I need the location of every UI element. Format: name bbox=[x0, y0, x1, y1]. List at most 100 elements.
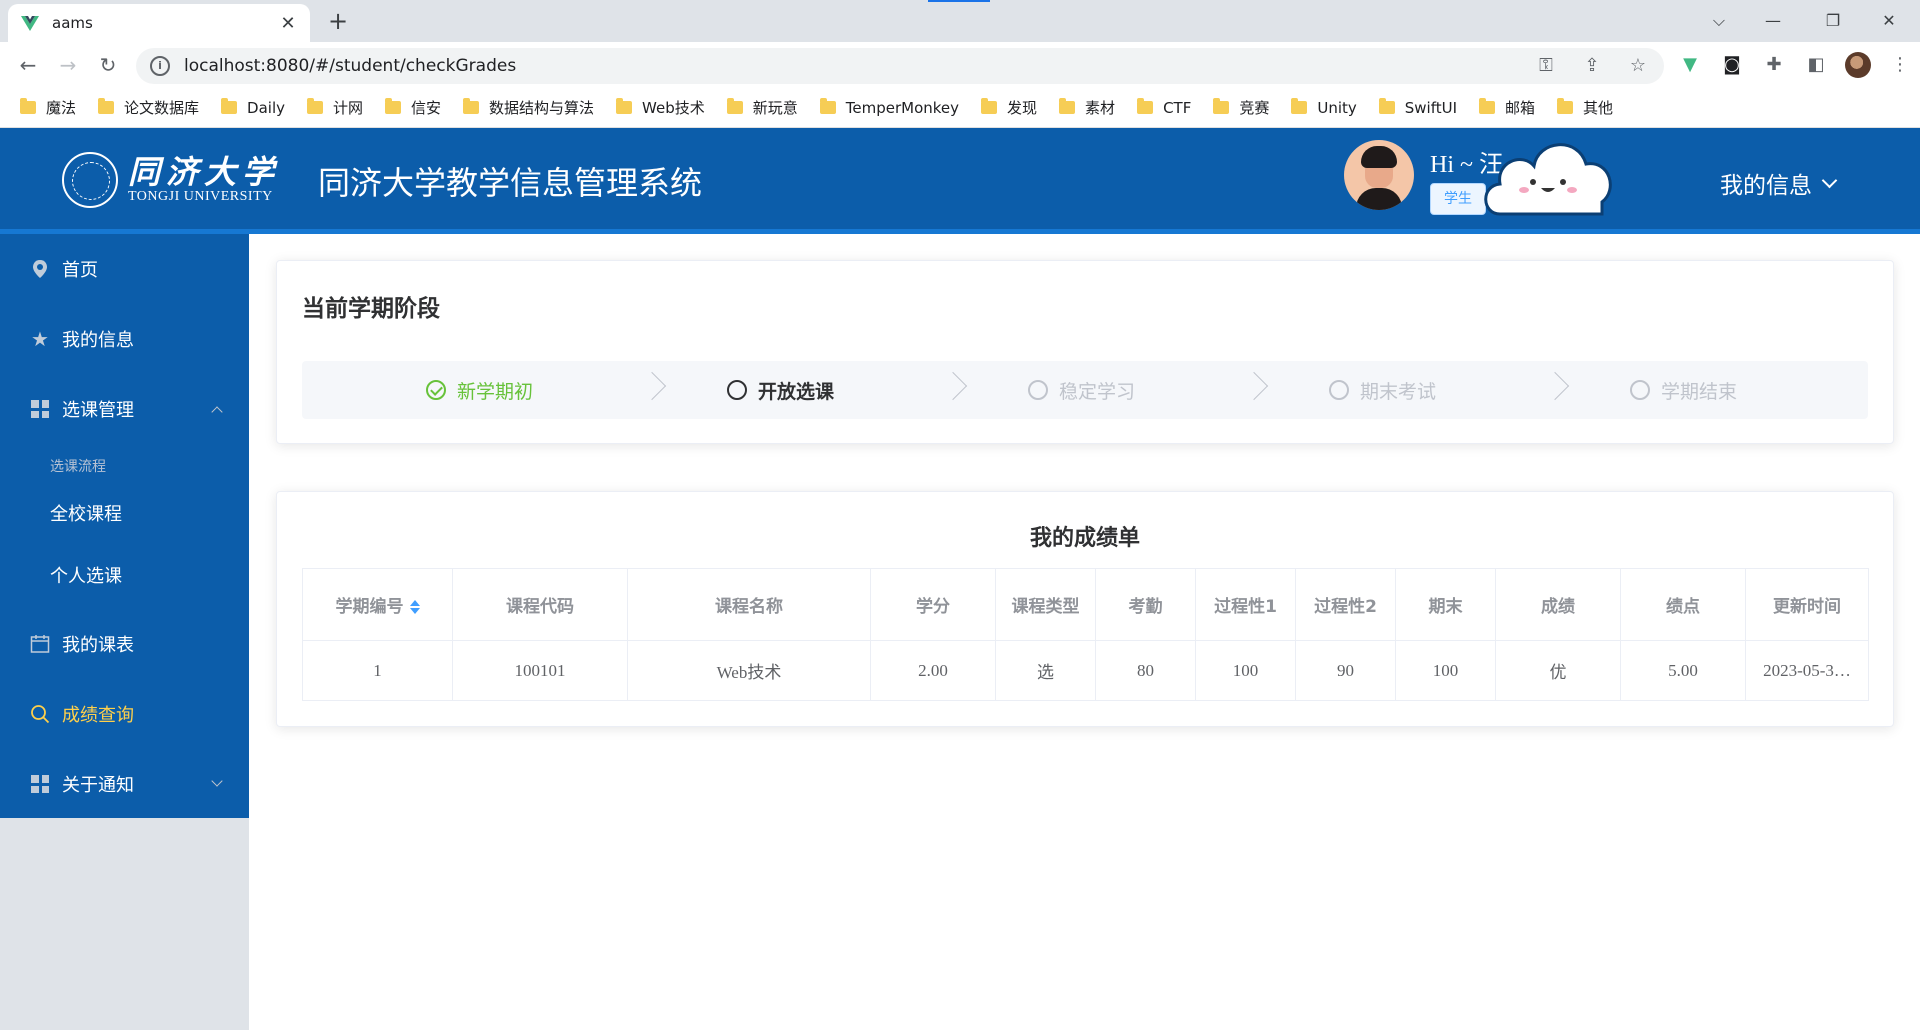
folder-icon bbox=[385, 98, 402, 114]
extensions-puzzle-icon[interactable]: ✚ bbox=[1760, 51, 1788, 79]
bookmark-item[interactable]: 计网 bbox=[307, 97, 363, 118]
bookmark-label: 新玩意 bbox=[752, 99, 798, 117]
table-cell: 1 bbox=[302, 640, 453, 701]
step-item: 稳定学习 bbox=[1028, 361, 1135, 419]
tab-close-icon[interactable]: ✕ bbox=[278, 13, 298, 34]
bookmark-item[interactable]: Web技术 bbox=[616, 97, 705, 118]
bookmark-label: CTF bbox=[1163, 98, 1192, 117]
restore-icon[interactable]: ❐ bbox=[1810, 6, 1856, 36]
folder-icon bbox=[1557, 98, 1574, 114]
address-bar[interactable]: i localhost:8080/#/student/checkGrades ⚿… bbox=[136, 48, 1664, 84]
table-header-row: 学期编号 课程代码 课程名称 学分 课程类型 考勤 过程性1 过程性2 期末 成绩 绩点 更新时间 bbox=[302, 568, 1869, 641]
sidebar-item-notices[interactable]: 关于通知 bbox=[0, 749, 249, 819]
calendar-icon bbox=[30, 634, 50, 654]
column-header[interactable]: 学期编号 bbox=[302, 568, 453, 641]
circle-icon bbox=[727, 380, 747, 400]
my-info-dropdown[interactable]: 我的信息 bbox=[1720, 166, 1838, 200]
browser-tab[interactable]: aams ✕ bbox=[8, 4, 310, 42]
bookmark-item[interactable]: SwiftUI bbox=[1378, 98, 1457, 117]
key-icon[interactable]: ⚿ bbox=[1534, 54, 1558, 78]
sidebar-item-personal-selection[interactable]: 个人选课 bbox=[0, 545, 249, 605]
column-header: 成绩 bbox=[1495, 568, 1621, 641]
grades-card: 我的成绩单 学期编号 课程代码 课程名称 学分 课程类型 考勤 过程性1 过程性2 期末 成绩 绩点… bbox=[276, 491, 1894, 727]
column-header: 过程性2 bbox=[1295, 568, 1396, 641]
sidebar-item-grade-query[interactable]: 成绩查询 bbox=[0, 679, 249, 749]
browser-menu-icon[interactable]: ⋮ bbox=[1886, 51, 1914, 79]
bookmark-item[interactable]: 其他 bbox=[1557, 97, 1613, 118]
step-item: 开放选课 bbox=[727, 361, 834, 419]
share-icon[interactable]: ⇪ bbox=[1580, 54, 1604, 78]
table-cell: 100 bbox=[1195, 640, 1296, 701]
table-cell: 2023-05-3… bbox=[1745, 640, 1869, 701]
sidebar-menu: 首页 ★ 我的信息 选课管理 选课流程 全校课程 个人选课 我的课表 成绩查询 … bbox=[0, 234, 249, 818]
chevron-right-icon bbox=[938, 371, 968, 401]
folder-icon bbox=[1059, 98, 1076, 114]
sort-caret-icon[interactable] bbox=[409, 600, 420, 614]
folder-icon bbox=[616, 98, 633, 114]
tab-search-icon[interactable]: ⌵ bbox=[1696, 6, 1742, 36]
folder-icon bbox=[1479, 98, 1496, 114]
minimize-icon[interactable]: — bbox=[1750, 6, 1796, 36]
folder-icon bbox=[819, 98, 836, 114]
bookmark-item[interactable]: Unity bbox=[1291, 98, 1357, 117]
bookmark-item[interactable]: 素材 bbox=[1059, 97, 1115, 118]
forward-arrow-icon[interactable]: → bbox=[54, 51, 82, 79]
tongji-logo[interactable]: 同济大学 TONGJI UNIVERSITY bbox=[62, 152, 280, 208]
app-header bbox=[0, 128, 1920, 229]
table-cell: 选 bbox=[995, 640, 1096, 701]
sidebar-item-all-courses[interactable]: 全校课程 bbox=[0, 483, 249, 543]
sidebar-item-label: 我的课表 bbox=[62, 635, 134, 656]
table-cell: 优 bbox=[1495, 640, 1621, 701]
star-icon: ★ bbox=[31, 327, 49, 351]
new-tab-button[interactable]: + bbox=[324, 8, 352, 36]
grid-menu-icon bbox=[30, 399, 50, 419]
column-header: 过程性1 bbox=[1195, 568, 1296, 641]
bookmark-label: Web技术 bbox=[642, 99, 705, 117]
logo-chinese-name: 同济大学 bbox=[128, 153, 281, 191]
grades-table: 学期编号 课程代码 课程名称 学分 课程类型 考勤 过程性1 过程性2 期末 成绩 绩点 更新时间 1… bbox=[302, 568, 1869, 701]
vue-logo-icon bbox=[21, 16, 39, 31]
side-panel-icon[interactable]: ◧ bbox=[1802, 51, 1830, 79]
bookmark-item[interactable]: TemperMonkey bbox=[819, 98, 959, 117]
profile-avatar[interactable] bbox=[1844, 51, 1872, 79]
sidebar-item-home[interactable]: 首页 bbox=[0, 234, 249, 304]
tampermonkey-icon[interactable]: ◙ bbox=[1718, 51, 1746, 79]
bookmark-item[interactable]: 信安 bbox=[385, 97, 441, 118]
sidebar-item-label: 成绩查询 bbox=[62, 705, 134, 726]
tab-drag-indicator bbox=[928, 0, 990, 2]
step-label: 学期结束 bbox=[1661, 380, 1738, 403]
sidebar-item-course-selection[interactable]: 选课管理 bbox=[0, 374, 249, 444]
bookmark-item[interactable]: CTF bbox=[1137, 98, 1192, 117]
sidebar-item-my-info[interactable]: ★ 我的信息 bbox=[0, 304, 249, 374]
bookmark-label: 素材 bbox=[1085, 99, 1116, 117]
vue-devtools-icon[interactable]: ▼ bbox=[1676, 51, 1704, 79]
url-text[interactable]: localhost:8080/#/student/checkGrades bbox=[184, 56, 516, 76]
step-item: 学期结束 bbox=[1630, 361, 1737, 419]
window-close-icon[interactable]: ✕ bbox=[1866, 6, 1912, 36]
bookmark-item[interactable]: 新玩意 bbox=[726, 97, 798, 118]
reload-icon[interactable]: ↻ bbox=[94, 51, 122, 79]
bookmark-item[interactable]: 竞赛 bbox=[1213, 97, 1269, 118]
bookmark-label: 魔法 bbox=[46, 99, 77, 117]
bookmark-item[interactable]: 发现 bbox=[981, 97, 1037, 118]
column-header-label: 过程性1 bbox=[1214, 597, 1277, 617]
bookmark-item[interactable]: 论文数据库 bbox=[98, 97, 199, 118]
bookmark-item[interactable]: 邮箱 bbox=[1479, 97, 1535, 118]
site-info-icon[interactable]: i bbox=[150, 56, 170, 76]
bookmark-item[interactable]: 魔法 bbox=[20, 97, 76, 118]
bookmarks-bar: 魔法 论文数据库 Daily 计网 信安 数据结构与算法 Web技术 新玩意 TemperMon… bbox=[0, 88, 1920, 128]
bookmark-item[interactable]: Daily bbox=[221, 98, 285, 117]
column-header-label: 课程代码 bbox=[506, 597, 574, 617]
chevron-right-icon bbox=[1239, 371, 1269, 401]
sidebar-item-my-schedule[interactable]: 我的课表 bbox=[0, 609, 249, 679]
user-avatar[interactable] bbox=[1344, 140, 1414, 210]
table-row[interactable]: 1 100101 Web技术 2.00 选 80 100 90 100 优 5.00 2023-05-… bbox=[302, 640, 1869, 701]
column-header: 更新时间 bbox=[1745, 568, 1869, 641]
system-title: 同济大学教学信息管理系统 bbox=[318, 164, 703, 202]
chevron-down-icon bbox=[1821, 172, 1838, 188]
column-header: 期末 bbox=[1395, 568, 1496, 641]
check-circle-icon bbox=[426, 380, 446, 400]
bookmark-item[interactable]: 数据结构与算法 bbox=[463, 97, 594, 118]
bookmark-star-icon[interactable]: ☆ bbox=[1626, 54, 1650, 78]
back-arrow-icon[interactable]: ← bbox=[14, 51, 42, 79]
